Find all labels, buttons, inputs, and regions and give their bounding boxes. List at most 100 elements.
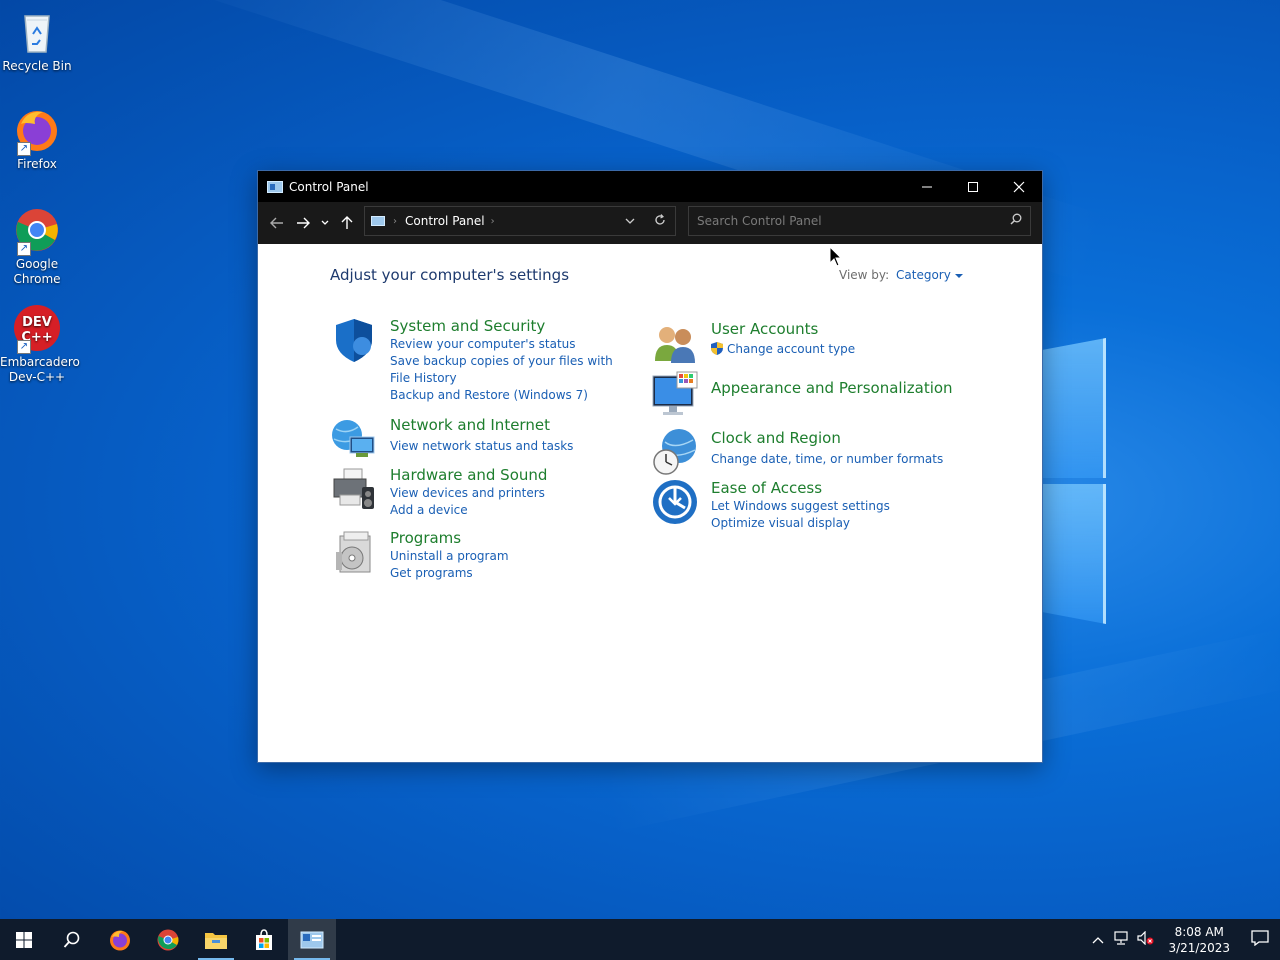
- up-button[interactable]: [334, 209, 360, 237]
- title-bar[interactable]: Control Panel: [258, 171, 1042, 202]
- firefox-icon: ↗: [13, 106, 61, 156]
- control-panel-icon: [371, 216, 385, 226]
- control-panel-content: Adjust your computer's settings View by:…: [258, 244, 1042, 762]
- desktop-icon-dev-cpp[interactable]: DEV C++ ↗ Embarcadero Dev-C++: [0, 304, 80, 385]
- control-panel-icon: [300, 931, 324, 948]
- desktop-icon-recycle-bin[interactable]: Recycle Bin: [0, 8, 74, 74]
- breadcrumb-separator-icon: ›: [393, 215, 397, 227]
- link-add-device[interactable]: Add a device: [390, 502, 620, 519]
- search-icon: [63, 931, 80, 948]
- category-title-appearance-and-personalization[interactable]: Appearance and Personalization: [711, 378, 991, 398]
- search-box[interactable]: [688, 206, 1031, 236]
- clock-time: 8:08 AM: [1174, 924, 1224, 939]
- breadcrumb-control-panel[interactable]: Control Panel: [405, 214, 485, 228]
- shortcut-arrow-icon: ↗: [17, 142, 31, 156]
- action-center-button[interactable]: [1240, 930, 1280, 949]
- maximize-icon: [968, 181, 978, 192]
- category-title-clock-and-region[interactable]: Clock and Region: [711, 428, 991, 448]
- search-icon[interactable]: [1002, 213, 1030, 229]
- folder-icon: [205, 932, 227, 949]
- search-input[interactable]: [689, 207, 1002, 235]
- desktop-icon-label: Embarcadero Dev-C++: [0, 355, 80, 384]
- start-button[interactable]: [0, 919, 48, 960]
- view-by-label: View by:: [839, 268, 890, 282]
- category-title-network-and-internet[interactable]: Network and Internet: [390, 415, 620, 435]
- category-title-hardware-and-sound[interactable]: Hardware and Sound: [390, 465, 620, 485]
- ease-of-access-icon: [651, 478, 699, 526]
- minimize-button[interactable]: [904, 171, 950, 202]
- speaker-muted-icon: [1137, 930, 1154, 946]
- notification-icon: [1251, 930, 1269, 947]
- page-title: Adjust your computer's settings: [330, 266, 570, 284]
- shield-icon: [330, 316, 378, 364]
- link-review-status[interactable]: Review your computer's status: [390, 336, 620, 353]
- link-optimize-visual-display[interactable]: Optimize visual display: [711, 515, 941, 532]
- address-bar[interactable]: › Control Panel ›: [364, 206, 676, 236]
- volume-button[interactable]: [1134, 930, 1158, 948]
- users-icon: [651, 319, 699, 367]
- firefox-icon: [110, 930, 130, 950]
- link-get-programs[interactable]: Get programs: [390, 565, 620, 582]
- taskbar-firefox[interactable]: [96, 919, 144, 960]
- desktop-icon-google-chrome[interactable]: ↗ Google Chrome: [0, 206, 74, 287]
- chevron-down-icon: [321, 220, 329, 225]
- taskbar-clock[interactable]: 8:08 AM 3/21/2023: [1158, 924, 1240, 956]
- category-title-user-accounts[interactable]: User Accounts: [711, 319, 941, 339]
- view-by-value: Category: [896, 268, 951, 282]
- recycle-bin-icon: [13, 8, 61, 56]
- forward-arrow-icon: [297, 217, 310, 229]
- desktop-icon-label: Recycle Bin: [2, 59, 72, 73]
- category-title-system-and-security[interactable]: System and Security: [390, 316, 620, 336]
- chrome-icon: ↗: [13, 206, 61, 256]
- taskbar-chrome[interactable]: [144, 919, 192, 960]
- window-title: Control Panel: [289, 179, 369, 194]
- refresh-icon: [655, 213, 665, 225]
- address-dropdown-button[interactable]: [615, 215, 645, 228]
- monitor-icon: [651, 370, 699, 418]
- taskbar-control-panel[interactable]: [288, 919, 336, 960]
- link-devices-printers[interactable]: View devices and printers: [390, 485, 620, 502]
- uac-shield-icon: [711, 342, 723, 355]
- taskbar-microsoft-store[interactable]: [240, 919, 288, 960]
- view-by-dropdown[interactable]: Category: [896, 268, 963, 282]
- windows-logo-wallpaper: [1042, 338, 1106, 624]
- link-file-history[interactable]: Save backup copies of your files with Fi…: [390, 353, 620, 387]
- caret-down-icon: [954, 273, 963, 278]
- recent-locations-button[interactable]: [316, 209, 334, 237]
- chevron-up-icon: [1093, 936, 1104, 943]
- chrome-icon: [157, 929, 179, 950]
- refresh-button[interactable]: [645, 213, 675, 229]
- desktop-icon-label: Firefox: [17, 157, 57, 171]
- back-button[interactable]: [264, 209, 290, 237]
- network-icon: [330, 415, 378, 463]
- shortcut-arrow-icon: ↗: [17, 340, 31, 354]
- network-status-button[interactable]: [1110, 931, 1134, 948]
- clock-globe-icon: [651, 428, 699, 476]
- maximize-button[interactable]: [950, 171, 996, 202]
- link-network-status[interactable]: View network status and tasks: [390, 438, 620, 455]
- taskbar: 8:08 AM 3/21/2023: [0, 919, 1280, 960]
- close-button[interactable]: [996, 171, 1042, 202]
- category-title-ease-of-access[interactable]: Ease of Access: [711, 478, 941, 498]
- link-let-windows-suggest[interactable]: Let Windows suggest settings: [711, 498, 941, 515]
- windows-start-icon: [16, 931, 32, 948]
- desktop-icon-firefox[interactable]: ↗ Firefox: [0, 106, 74, 172]
- show-hidden-icons-button[interactable]: [1086, 933, 1110, 947]
- taskbar-file-explorer[interactable]: [192, 919, 240, 960]
- desktop-icon-label: Google Chrome: [13, 257, 61, 286]
- printer-icon: [330, 465, 378, 513]
- category-title-programs[interactable]: Programs: [390, 528, 620, 548]
- forward-button[interactable]: [290, 209, 316, 237]
- mouse-cursor-icon: [829, 245, 843, 272]
- chevron-down-icon: [625, 218, 635, 224]
- link-change-account-type[interactable]: Change account type: [711, 341, 941, 358]
- control-panel-icon: [267, 180, 283, 193]
- close-icon: [1013, 181, 1025, 192]
- clock-date: 3/21/2023: [1168, 940, 1230, 955]
- link-backup-restore[interactable]: Backup and Restore (Windows 7): [390, 387, 620, 404]
- search-button[interactable]: [48, 919, 96, 960]
- breadcrumb-separator-icon[interactable]: ›: [491, 216, 495, 227]
- link-change-date-time[interactable]: Change date, time, or number formats: [711, 451, 991, 468]
- link-uninstall-program[interactable]: Uninstall a program: [390, 548, 620, 565]
- shortcut-arrow-icon: ↗: [17, 242, 31, 256]
